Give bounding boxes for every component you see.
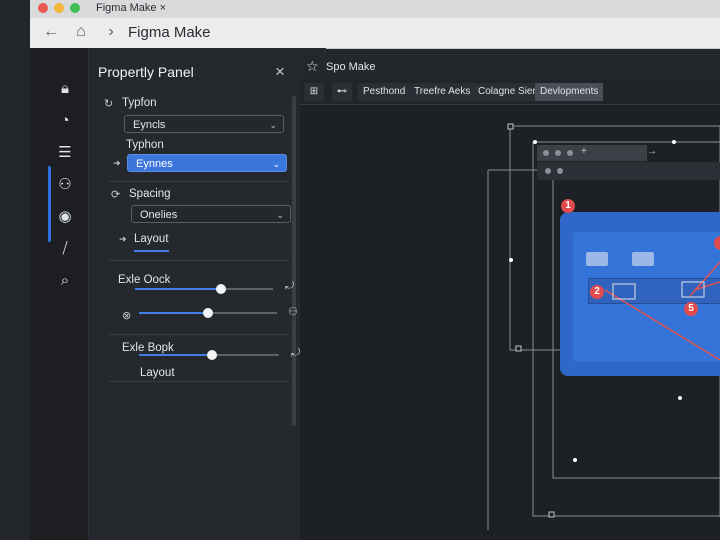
app-window: Figma Make × ← ⌂ › Figma Make 🔒︎ ◔ ☰ ⚇ ◉… (0, 0, 720, 540)
connector-line (604, 289, 720, 361)
connector-line (689, 261, 720, 297)
connector-lines (604, 261, 720, 361)
annotation-badge-5[interactable]: 5 (684, 302, 698, 316)
annotation-badge-1[interactable]: 1 (561, 199, 575, 213)
annotation-badge-2[interactable]: 2 (590, 285, 604, 299)
